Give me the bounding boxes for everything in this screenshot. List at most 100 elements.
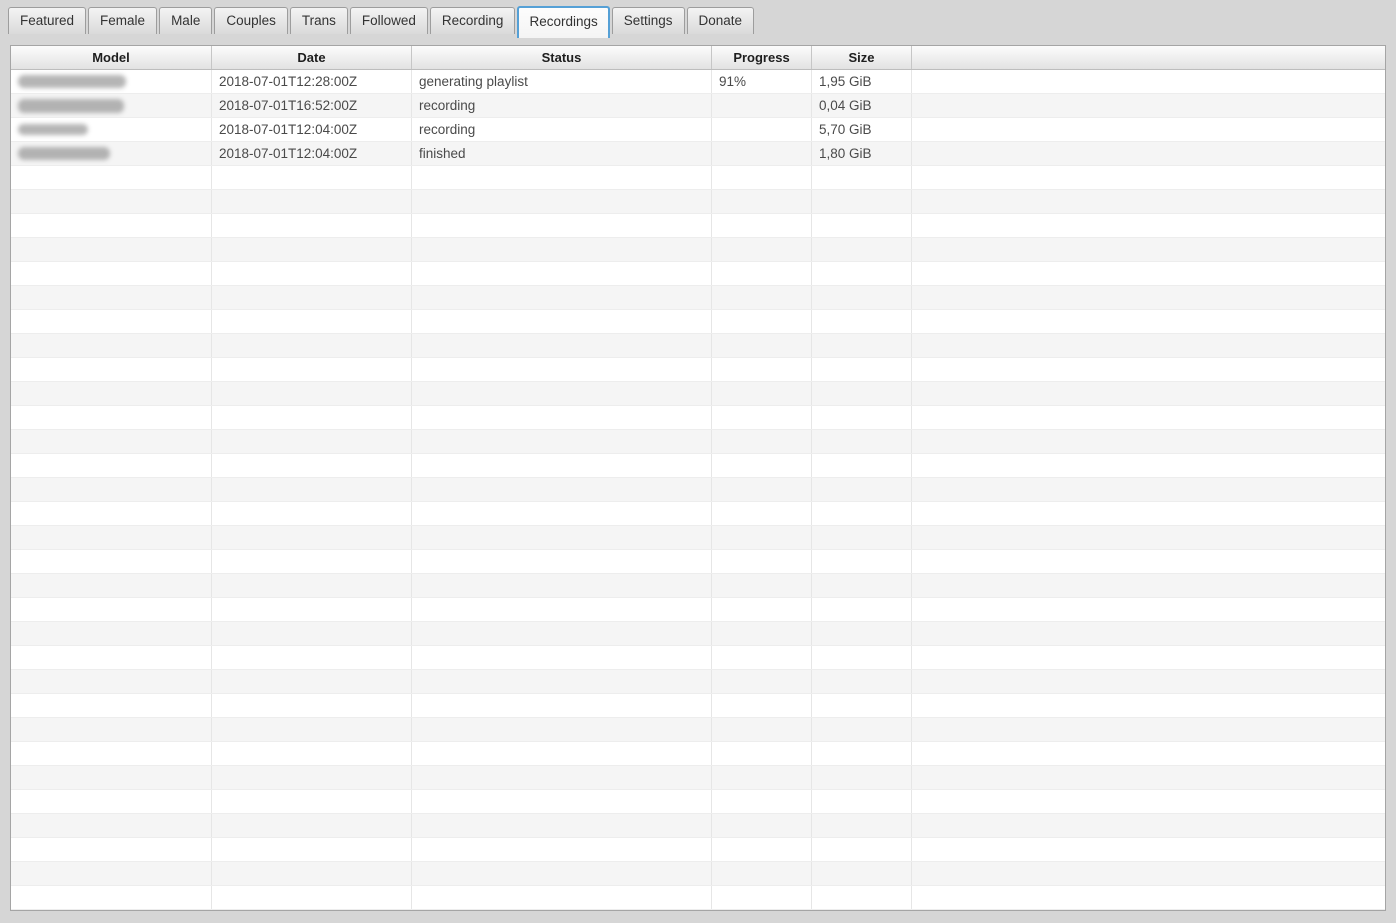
cell-date	[212, 334, 412, 357]
tab-recordings[interactable]: Recordings	[517, 6, 610, 38]
table-row-empty	[11, 574, 1385, 598]
cell-filler	[912, 694, 1385, 717]
cell-model	[11, 742, 212, 765]
cell-date	[212, 694, 412, 717]
cell-date	[212, 646, 412, 669]
cell-model	[11, 862, 212, 885]
table-row-empty	[11, 214, 1385, 238]
table-row[interactable]: 2018-07-01T12:04:00Z recording 5,70 GiB	[11, 118, 1385, 142]
cell-model	[11, 262, 212, 285]
cell-size	[812, 622, 912, 645]
table-row-empty	[11, 550, 1385, 574]
cell-size	[812, 262, 912, 285]
cell-date: 2018-07-01T16:52:00Z	[212, 94, 412, 117]
column-header-progress[interactable]: Progress	[712, 46, 812, 69]
cell-size	[812, 862, 912, 885]
table-row-empty	[11, 766, 1385, 790]
cell-date	[212, 406, 412, 429]
cell-size	[812, 406, 912, 429]
cell-progress	[712, 142, 812, 165]
column-header-model[interactable]: Model	[11, 46, 212, 69]
table-row[interactable]: 2018-07-01T16:52:00Z recording 0,04 GiB	[11, 94, 1385, 118]
cell-progress	[712, 310, 812, 333]
cell-model	[11, 646, 212, 669]
cell-date	[212, 190, 412, 213]
cell-filler	[912, 478, 1385, 501]
cell-filler	[912, 214, 1385, 237]
table-row-empty	[11, 502, 1385, 526]
cell-status	[412, 598, 712, 621]
tab-male[interactable]: Male	[159, 7, 213, 34]
tab-featured[interactable]: Featured	[8, 7, 87, 34]
table-row-empty	[11, 742, 1385, 766]
tab-couples[interactable]: Couples	[214, 7, 288, 34]
table-row-empty	[11, 814, 1385, 838]
table-row-empty	[11, 310, 1385, 334]
cell-filler	[912, 334, 1385, 357]
cell-progress	[712, 838, 812, 861]
cell-text: 0,04 GiB	[819, 98, 872, 113]
cell-date	[212, 790, 412, 813]
cell-filler	[912, 190, 1385, 213]
cell-size	[812, 454, 912, 477]
redacted-model-name	[18, 124, 88, 135]
tab-female[interactable]: Female	[88, 7, 158, 34]
cell-filler	[912, 262, 1385, 285]
cell-status	[412, 766, 712, 789]
table-row-empty	[11, 454, 1385, 478]
tab-trans[interactable]: Trans	[289, 7, 348, 34]
cell-date	[212, 742, 412, 765]
cell-model	[11, 790, 212, 813]
cell-model	[11, 814, 212, 837]
tab-label: Recording	[441, 13, 504, 28]
cell-size	[812, 574, 912, 597]
cell-size	[812, 550, 912, 573]
cell-status	[412, 358, 712, 381]
cell-filler	[912, 622, 1385, 645]
cell-progress	[712, 478, 812, 501]
cell-progress	[712, 286, 812, 309]
cell-date: 2018-07-01T12:04:00Z	[212, 118, 412, 141]
table-row[interactable]: 2018-07-01T12:04:00Z finished 1,80 GiB	[11, 142, 1385, 166]
cell-model	[11, 118, 212, 141]
cell-size	[812, 598, 912, 621]
cell-filler	[912, 598, 1385, 621]
column-header-status[interactable]: Status	[412, 46, 712, 69]
cell-model	[11, 430, 212, 453]
tab-settings[interactable]: Settings	[611, 7, 685, 34]
cell-size	[812, 694, 912, 717]
cell-progress	[712, 190, 812, 213]
cell-status	[412, 190, 712, 213]
cell-progress	[712, 550, 812, 573]
cell-status	[412, 622, 712, 645]
column-header-date[interactable]: Date	[212, 46, 412, 69]
column-header-filler[interactable]	[912, 46, 1385, 69]
cell-status: generating playlist	[412, 70, 712, 93]
cell-status	[412, 718, 712, 741]
cell-model	[11, 574, 212, 597]
cell-date	[212, 502, 412, 525]
tab-followed[interactable]: Followed	[349, 7, 428, 34]
cell-status: recording	[412, 94, 712, 117]
tab-label: Followed	[361, 13, 416, 28]
cell-status	[412, 310, 712, 333]
cell-filler	[912, 142, 1385, 165]
tab-donate[interactable]: Donate	[686, 7, 755, 34]
cell-status	[412, 454, 712, 477]
cell-progress	[712, 526, 812, 549]
tab-recording[interactable]: Recording	[429, 7, 516, 34]
table-body: 2018-07-01T12:28:00Z generating playlist 9…	[11, 70, 1385, 910]
column-header-size[interactable]: Size	[812, 46, 912, 69]
table-row[interactable]: 2018-07-01T12:28:00Z generating playlist 9…	[11, 70, 1385, 94]
cell-date	[212, 718, 412, 741]
cell-model	[11, 190, 212, 213]
cell-filler	[912, 238, 1385, 261]
table-row-empty	[11, 262, 1385, 286]
cell-progress	[712, 742, 812, 765]
cell-text: 91%	[719, 74, 747, 89]
table-header: Model Date Status Progress Size	[11, 46, 1385, 70]
table-row-empty	[11, 334, 1385, 358]
cell-progress	[712, 430, 812, 453]
cell-progress	[712, 358, 812, 381]
tab-label: Settings	[623, 13, 673, 28]
